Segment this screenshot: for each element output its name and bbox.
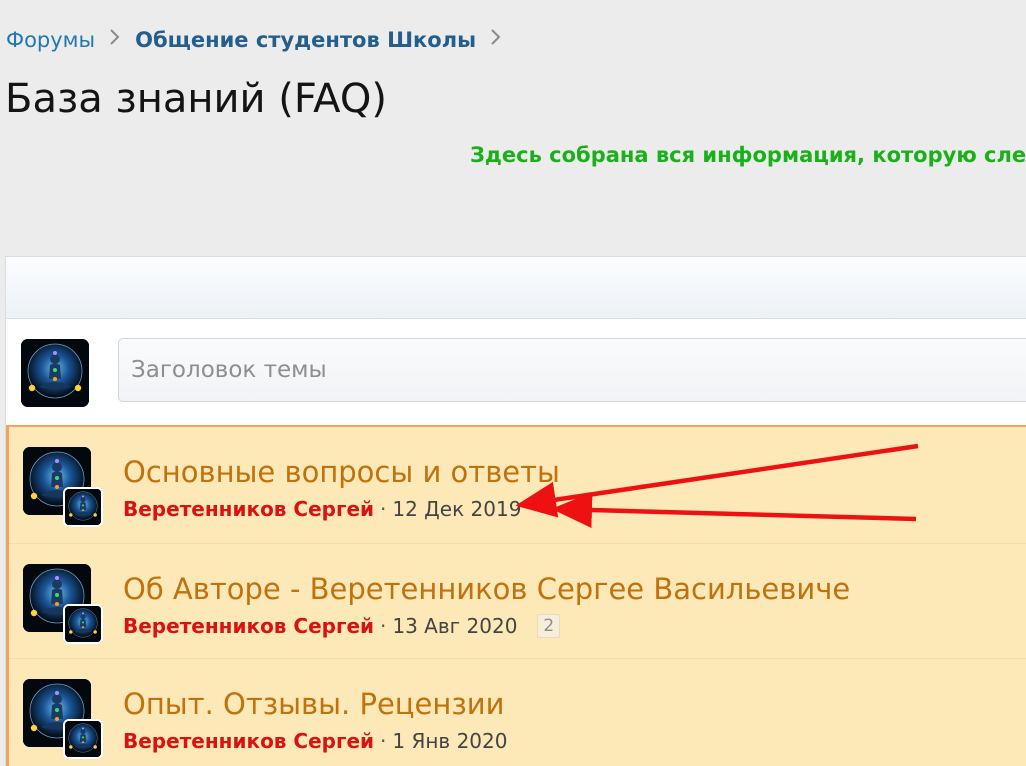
thread-page-link[interactable]: 2 — [537, 614, 561, 638]
breadcrumb-category-link[interactable]: Общение студентов Школы — [135, 28, 476, 52]
thread-list-block: Основные вопросы и ответы Веретенников С… — [5, 256, 1026, 766]
thread-author-link[interactable]: Веретенников Сергей — [123, 729, 374, 753]
sticky-threads: Основные вопросы и ответы Веретенников С… — [6, 425, 1026, 766]
thread-author-link[interactable]: Веретенников Сергей — [123, 497, 374, 521]
current-user-avatar[interactable] — [21, 339, 89, 407]
block-header — [6, 257, 1026, 319]
meta-separator: · — [380, 497, 387, 521]
forum-description: Здесь собрана вся информация, которую сл… — [470, 143, 1026, 167]
meditation-avatar-icon — [63, 604, 103, 644]
thread-title-link[interactable]: Об Авторе - Веретенников Сергее Васильев… — [123, 572, 850, 606]
last-poster-avatar[interactable] — [63, 487, 103, 527]
thread-item: Основные вопросы и ответы Веретенников С… — [9, 427, 1026, 544]
chevron-right-icon — [490, 27, 502, 52]
chevron-right-icon — [109, 27, 121, 52]
thread-meta: Веретенников Сергей · 13 Авг 2020 2 — [123, 614, 561, 638]
thread-meta: Веретенников Сергей · 12 Дек 2019 — [123, 497, 521, 521]
thread-item: Опыт. Отзывы. Рецензии Веретенников Серг… — [9, 659, 1026, 766]
quick-thread-form — [6, 319, 1026, 425]
thread-date-link[interactable]: 1 Янв 2020 — [392, 729, 507, 753]
thread-date-link[interactable]: 12 Дек 2019 — [392, 497, 521, 521]
thread-title-link[interactable]: Опыт. Отзывы. Рецензии — [123, 687, 504, 721]
thread-date-link[interactable]: 13 Авг 2020 — [392, 614, 517, 638]
meditation-avatar-icon — [63, 719, 103, 759]
thread-meta: Веретенников Сергей · 1 Янв 2020 — [123, 729, 507, 753]
thread-title-input[interactable] — [118, 338, 1026, 402]
thread-item: Об Авторе - Веретенников Сергее Васильев… — [9, 544, 1026, 659]
breadcrumb-forums-link[interactable]: Форумы — [6, 28, 95, 52]
last-poster-avatar[interactable] — [63, 719, 103, 759]
meta-separator: · — [380, 729, 387, 753]
meditation-avatar-icon — [63, 487, 103, 527]
breadcrumb: Форумы Общение студентов Школы — [6, 27, 516, 52]
thread-title-link[interactable]: Основные вопросы и ответы — [123, 455, 560, 489]
meta-separator: · — [380, 614, 387, 638]
page-title: База знаний (FAQ) — [5, 76, 387, 122]
meditation-avatar-icon — [21, 339, 89, 407]
thread-author-link[interactable]: Веретенников Сергей — [123, 614, 374, 638]
last-poster-avatar[interactable] — [63, 604, 103, 644]
